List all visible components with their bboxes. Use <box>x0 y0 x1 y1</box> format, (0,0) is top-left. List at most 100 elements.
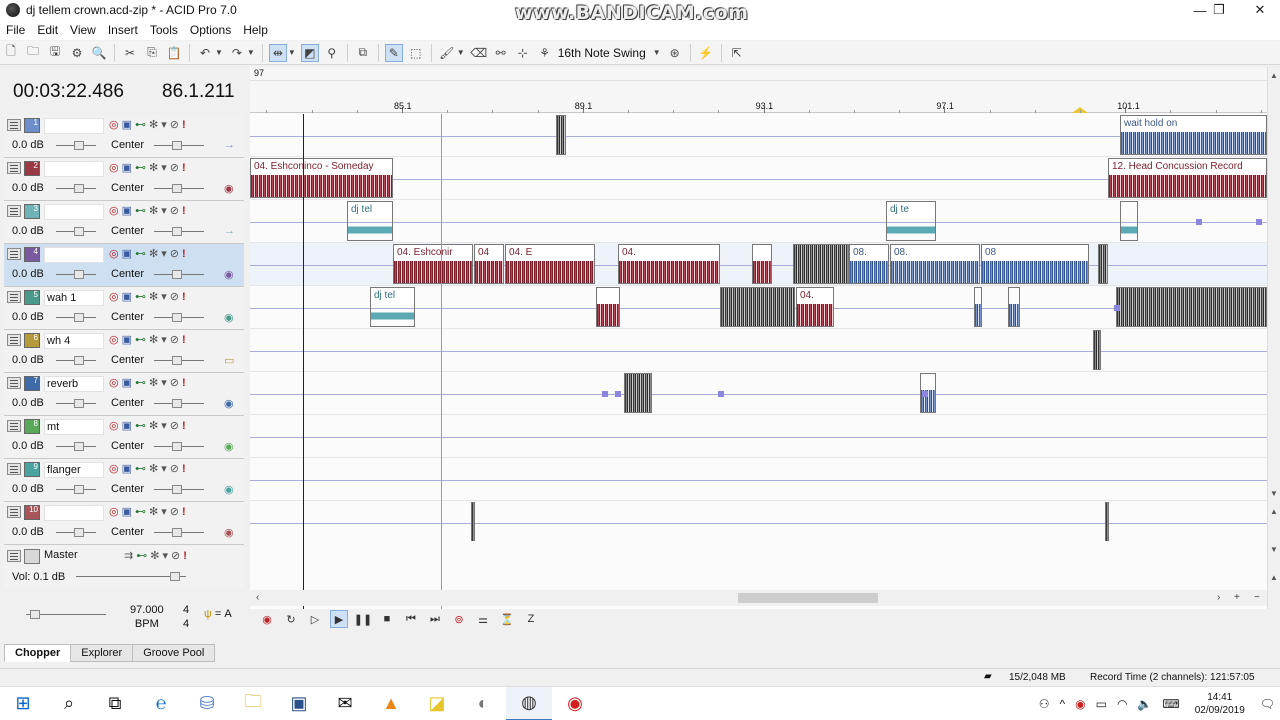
track-name-field[interactable] <box>44 247 104 263</box>
track-output-icon[interactable]: ◉ <box>224 268 234 281</box>
vlc-icon[interactable]: ▲ <box>368 687 414 720</box>
fx-chain-icon[interactable]: ⊷ <box>135 248 146 260</box>
tab-chopper[interactable]: Chopper <box>4 644 72 662</box>
arm-record-icon[interactable]: ◎ <box>109 377 119 389</box>
battery-icon[interactable]: ▭ <box>1096 697 1107 711</box>
mute-icon[interactable]: ⊘ <box>170 334 179 346</box>
audio-clip[interactable] <box>1098 244 1108 284</box>
audio-clip[interactable]: wait hold on <box>1120 115 1267 155</box>
bandicam-icon[interactable]: ◉ <box>552 687 598 720</box>
solo-icon[interactable]: ! <box>182 506 186 518</box>
scroll-up-icon-3[interactable]: ▲ <box>1270 573 1278 582</box>
track-header[interactable]: 9 flanger ◎ ▣ ⊷ ✻ ▾ ⊘ ! 0.0 dB Center ◉ <box>4 459 244 502</box>
fx-settings-icon[interactable]: ✻ <box>149 162 158 174</box>
zoom-out-icon[interactable]: − <box>1254 592 1260 603</box>
track-output-icon[interactable]: ◉ <box>224 526 234 539</box>
track-pan-slider[interactable] <box>154 399 204 408</box>
track-volume-knob[interactable] <box>74 227 84 236</box>
track-menu-icon[interactable] <box>7 420 21 432</box>
mute-icon[interactable]: ⊘ <box>170 162 179 174</box>
track-volume-slider[interactable] <box>56 356 96 365</box>
fx-settings-icon[interactable]: ✻ <box>149 119 158 131</box>
audio-clip[interactable]: 08. <box>849 244 889 284</box>
audio-clip[interactable]: 04 <box>474 244 504 284</box>
maximize-button[interactable]: ❐ <box>1199 0 1239 20</box>
arm-record-icon[interactable]: ◎ <box>109 420 119 432</box>
automation-icon[interactable]: ▣ <box>122 377 132 389</box>
file-explorer-icon[interactable]: 🗀 <box>230 687 276 720</box>
track-name-field[interactable]: mt <box>44 419 104 435</box>
project-key[interactable]: ψ = A <box>204 608 232 620</box>
track-lane[interactable] <box>250 329 1267 372</box>
scroll-thumb[interactable] <box>738 593 878 603</box>
audio-clip[interactable] <box>596 287 620 327</box>
app-icon-disc[interactable]: ◐ <box>460 687 506 720</box>
fx-chain-icon[interactable]: ⊷ <box>136 550 147 562</box>
automation-icon[interactable]: ▣ <box>122 119 132 131</box>
groove-dropdown-icon[interactable]: ▼ <box>653 48 661 57</box>
edge-browser-icon[interactable]: ℮ <box>138 687 184 720</box>
mute-icon[interactable]: ⊘ <box>170 248 179 260</box>
draw-tool-icon[interactable]: ✎ <box>384 43 403 62</box>
paste-icon[interactable]: 📋 <box>165 44 183 62</box>
track-pan-knob[interactable] <box>172 399 182 408</box>
track-name-field[interactable]: wah 1 <box>44 290 104 306</box>
scroll-up-icon-2[interactable]: ▲ <box>1270 507 1278 516</box>
track-volume-knob[interactable] <box>74 270 84 279</box>
audio-clip[interactable] <box>556 115 566 155</box>
master-volume-knob[interactable] <box>170 572 180 581</box>
envelope-point[interactable] <box>1114 305 1120 311</box>
automation-icon[interactable]: ▣ <box>122 162 132 174</box>
help-pointer-icon[interactable]: ⇱ <box>728 44 746 62</box>
fx-settings-icon[interactable]: ✻ <box>149 420 158 432</box>
snap-icon[interactable]: ⇹ <box>268 43 287 62</box>
audio-clip[interactable]: 04. <box>618 244 720 284</box>
paint-dropdown-icon[interactable]: ▼ <box>457 48 465 57</box>
mute-icon[interactable]: ⊘ <box>170 119 179 131</box>
volume-envelope[interactable] <box>250 136 1267 137</box>
zoom-in-icon[interactable]: + <box>1234 592 1240 603</box>
time-signature[interactable]: 44 <box>183 603 189 631</box>
loop-icon[interactable]: ↻ <box>282 610 300 628</box>
crossfade-icon[interactable]: ⧉ <box>354 44 372 62</box>
track-pan-slider[interactable] <box>154 141 204 150</box>
record-tray-icon[interactable]: ◉ <box>1075 697 1085 711</box>
solo-icon[interactable]: ! <box>182 205 186 217</box>
menu-insert[interactable]: Insert <box>102 23 144 37</box>
track-lane[interactable]: 04. Eshconinco - Someday 12. Head Concuss… <box>250 157 1267 200</box>
solo-icon[interactable]: ! <box>182 291 186 303</box>
track-menu-icon[interactable] <box>7 463 21 475</box>
undo-icon[interactable]: ↶ <box>196 44 214 62</box>
fx-chain-icon[interactable]: ⊷ <box>135 420 146 432</box>
master-volume-slider[interactable] <box>76 572 186 581</box>
arm-record-icon[interactable]: ◎ <box>109 248 119 260</box>
solo-icon[interactable]: ! <box>182 334 186 346</box>
tempo-slider[interactable] <box>26 610 106 619</box>
audio-clip[interactable] <box>974 287 982 327</box>
automation-icon[interactable]: ▣ <box>122 463 132 475</box>
play-from-start-icon[interactable]: ▷ <box>306 610 324 628</box>
record-icon[interactable]: ◉ <box>258 610 276 628</box>
audio-clip[interactable]: dj te <box>886 201 936 241</box>
audio-clip[interactable] <box>793 244 849 284</box>
mute-icon[interactable]: ⊘ <box>170 205 179 217</box>
fx-settings-icon[interactable]: ✻ <box>149 506 158 518</box>
groove-edit-icon[interactable]: ⊛ <box>666 44 684 62</box>
audio-clip[interactable] <box>752 244 772 284</box>
track-volume-knob[interactable] <box>74 141 84 150</box>
track-pan-slider[interactable] <box>154 227 204 236</box>
arm-record-icon[interactable]: ◎ <box>109 506 119 518</box>
mute-icon[interactable]: ⊘ <box>170 291 179 303</box>
arm-record-icon[interactable]: ◎ <box>109 291 119 303</box>
dropdown-icon[interactable]: ▾ <box>161 248 167 260</box>
automation-icon[interactable]: ▣ <box>122 334 132 346</box>
track-volume-slider[interactable] <box>56 227 96 236</box>
redo-icon[interactable]: ↷ <box>228 44 246 62</box>
groove-selector[interactable]: 16th Note Swing <box>558 46 646 60</box>
audio-clip[interactable]: 08. <box>890 244 980 284</box>
volume-icon[interactable]: 🔈 <box>1137 697 1152 711</box>
fx-chain-icon[interactable]: ⊷ <box>135 162 146 174</box>
notes-icon[interactable]: ◪ <box>414 687 460 720</box>
fx-chain-icon[interactable]: ⊷ <box>135 377 146 389</box>
audio-clip[interactable]: 04. E <box>505 244 595 284</box>
